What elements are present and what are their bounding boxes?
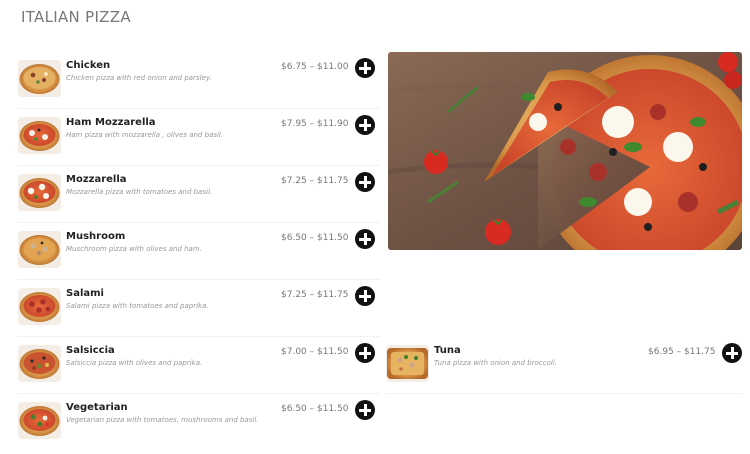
add-to-cart-button[interactable]: [355, 286, 375, 306]
item-description: Chicken pizza with red onion and parsley…: [66, 74, 212, 82]
item-description: Tuna pizza with onion and broccoli.: [434, 359, 557, 367]
tuna-pizza-thumbnail: [386, 345, 429, 382]
mushroom-pizza-thumbnail: [18, 231, 61, 268]
menu-item-chicken[interactable]: Chicken Chicken pizza with red onion and…: [18, 52, 380, 109]
item-name: Tuna: [434, 345, 461, 356]
menu-item-vegetarian[interactable]: Vegetarian Vegetarian pizza with tomatoe…: [18, 394, 380, 451]
menu-item-mushroom[interactable]: Mushroom Muschroom pizza with olives and…: [18, 223, 380, 280]
add-to-cart-button[interactable]: [355, 229, 375, 249]
salsiccia-pizza-thumbnail: [18, 345, 61, 382]
add-to-cart-button[interactable]: [355, 58, 375, 78]
menu-item-tuna[interactable]: Tuna Tuna pizza with onion and broccoli.…: [386, 337, 742, 394]
add-to-cart-button[interactable]: [355, 343, 375, 363]
chicken-pizza-thumbnail: [18, 60, 61, 97]
item-name: Salami: [66, 288, 104, 299]
item-price: $6.50 – $11.50: [281, 233, 349, 243]
ham-mozzarella-pizza-thumbnail: [18, 117, 61, 154]
item-name: Vegetarian: [66, 402, 128, 413]
item-name: Chicken: [66, 60, 111, 71]
sliced-pizza-photo: [388, 52, 742, 250]
item-price: $6.95 – $11.75: [648, 347, 716, 357]
item-price: $6.50 – $11.50: [281, 404, 349, 414]
salami-pizza-thumbnail: [18, 288, 61, 325]
section-title: ITALIAN PIZZA: [21, 8, 131, 26]
item-name: Mushroom: [66, 231, 126, 242]
item-price: $7.00 – $11.50: [281, 347, 349, 357]
item-description: Ham pizza with mozzarella , olives and b…: [66, 131, 224, 139]
item-name: Ham Mozzarella: [66, 117, 156, 128]
add-to-cart-button[interactable]: [355, 400, 375, 420]
menu-item-salsiccia[interactable]: Salsiccia Salsiccia pizza with olives an…: [18, 337, 380, 394]
menu-item-ham-mozzarella[interactable]: Ham Mozzarella Ham pizza with mozzarella…: [18, 109, 380, 166]
item-price: $7.25 – $11.75: [281, 176, 349, 186]
item-price: $6.75 – $11.00: [281, 62, 349, 72]
item-description: Salami pizza with tomatoes and paprika.: [66, 302, 209, 310]
item-price: $7.95 – $11.90: [281, 119, 349, 129]
menu-item-salami[interactable]: Salami Salami pizza with tomatoes and pa…: [18, 280, 380, 337]
mozzarella-pizza-thumbnail: [18, 174, 61, 211]
item-description: Mozzarella pizza with tomatoes and basil…: [66, 188, 213, 196]
item-price: $7.25 – $11.75: [281, 290, 349, 300]
menu-item-mozzarella[interactable]: Mozzarella Mozzarella pizza with tomatoe…: [18, 166, 380, 223]
item-name: Mozzarella: [66, 174, 127, 185]
item-description: Muschroom pizza with olives and ham.: [66, 245, 202, 253]
add-to-cart-button[interactable]: [355, 172, 375, 192]
item-name: Salsiccia: [66, 345, 115, 356]
vegetarian-pizza-thumbnail: [18, 402, 61, 439]
item-description: Vegetarian pizza with tomatoes, mushroom…: [66, 416, 259, 424]
item-description: Salsiccia pizza with olives and paprika.: [66, 359, 203, 367]
add-to-cart-button[interactable]: [355, 115, 375, 135]
add-to-cart-button[interactable]: [722, 343, 742, 363]
